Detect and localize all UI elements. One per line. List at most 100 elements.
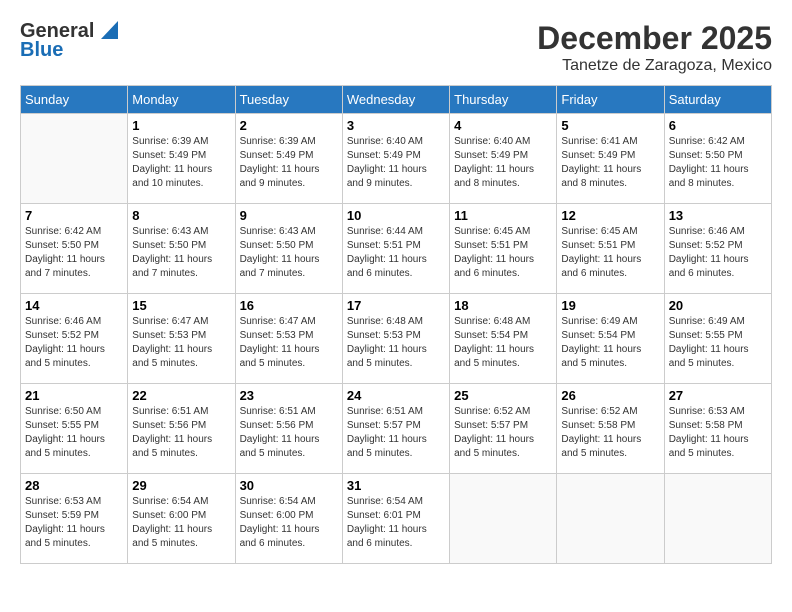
calendar-week-row: 21 Sunrise: 6:50 AM Sunset: 5:55 PM Dayli… (21, 384, 772, 474)
day-info: Sunrise: 6:46 AM Sunset: 5:52 PM Dayligh… (669, 225, 767, 281)
page-header: General Blue December 2025 Tanetze de Za… (20, 20, 772, 75)
day-number: 25 (454, 388, 552, 403)
day-number: 13 (669, 208, 767, 223)
calendar-week-row: 1Sunrise: 6:39 AM Sunset: 5:49 PM Daylig… (21, 114, 772, 204)
day-info: Sunrise: 6:43 AM Sunset: 5:50 PM Dayligh… (240, 225, 338, 281)
calendar-week-row: 7 Sunrise: 6:42 AM Sunset: 5:50 PM Daylig… (21, 204, 772, 294)
day-number: 11 (454, 208, 552, 223)
calendar-day-cell: 9 Sunrise: 6:43 AM Sunset: 5:50 PM Daylig… (235, 204, 342, 294)
calendar-day-cell: 22Sunrise: 6:51 AM Sunset: 5:56 PM Dayli… (128, 384, 235, 474)
location-title: Tanetze de Zaragoza, Mexico (537, 57, 772, 75)
day-info: Sunrise: 6:41 AM Sunset: 5:49 PM Dayligh… (561, 135, 659, 191)
calendar-day-cell: 17Sunrise: 6:48 AM Sunset: 5:53 PM Dayli… (342, 294, 449, 384)
month-title: December 2025 (537, 20, 772, 57)
day-info: Sunrise: 6:44 AM Sunset: 5:51 PM Dayligh… (347, 225, 445, 281)
day-number: 5 (561, 118, 659, 133)
day-info: Sunrise: 6:52 AM Sunset: 5:58 PM Dayligh… (561, 405, 659, 461)
day-number: 29 (132, 478, 230, 493)
calendar-day-cell: 28 Sunrise: 6:53 AM Sunset: 5:59 PM Dayli… (21, 474, 128, 564)
day-number: 24 (347, 388, 445, 403)
calendar-day-cell: 25 Sunrise: 6:52 AM Sunset: 5:57 PM Dayli… (450, 384, 557, 474)
day-number: 3 (347, 118, 445, 133)
calendar-day-cell: 18 Sunrise: 6:48 AM Sunset: 5:54 PM Dayli… (450, 294, 557, 384)
calendar-day-cell: 15Sunrise: 6:47 AM Sunset: 5:53 PM Dayli… (128, 294, 235, 384)
day-info: Sunrise: 6:51 AM Sunset: 5:56 PM Dayligh… (240, 405, 338, 461)
calendar-day-cell: 12Sunrise: 6:45 AM Sunset: 5:51 PM Dayli… (557, 204, 664, 294)
day-info: Sunrise: 6:40 AM Sunset: 5:49 PM Dayligh… (347, 135, 445, 191)
calendar-day-cell: 29 Sunrise: 6:54 AM Sunset: 6:00 PM Dayli… (128, 474, 235, 564)
day-info: Sunrise: 6:54 AM Sunset: 6:00 PM Dayligh… (132, 495, 230, 551)
calendar-day-cell: 19 Sunrise: 6:49 AM Sunset: 5:54 PM Dayli… (557, 294, 664, 384)
day-info: Sunrise: 6:39 AM Sunset: 5:49 PM Dayligh… (240, 135, 338, 191)
day-info: Sunrise: 6:49 AM Sunset: 5:54 PM Dayligh… (561, 315, 659, 371)
day-info: Sunrise: 6:40 AM Sunset: 5:49 PM Dayligh… (454, 135, 552, 191)
calendar-day-cell: 26 Sunrise: 6:52 AM Sunset: 5:58 PM Dayli… (557, 384, 664, 474)
day-info: Sunrise: 6:52 AM Sunset: 5:57 PM Dayligh… (454, 405, 552, 461)
day-number: 28 (25, 478, 123, 493)
day-info: Sunrise: 6:51 AM Sunset: 5:56 PM Dayligh… (132, 405, 230, 461)
calendar-day-cell: 6Sunrise: 6:42 AM Sunset: 5:50 PM Daylig… (664, 114, 771, 204)
day-number: 4 (454, 118, 552, 133)
logo-icon (96, 21, 118, 43)
day-info: Sunrise: 6:43 AM Sunset: 5:50 PM Dayligh… (132, 225, 230, 281)
day-number: 19 (561, 298, 659, 313)
calendar-day-header: Saturday (664, 86, 771, 114)
day-info: Sunrise: 6:42 AM Sunset: 5:50 PM Dayligh… (25, 225, 123, 281)
day-number: 21 (25, 388, 123, 403)
logo: General Blue (20, 20, 118, 62)
day-number: 27 (669, 388, 767, 403)
day-number: 23 (240, 388, 338, 403)
day-info: Sunrise: 6:49 AM Sunset: 5:55 PM Dayligh… (669, 315, 767, 371)
calendar-day-header: Thursday (450, 86, 557, 114)
logo-blue-text: Blue (20, 39, 63, 62)
day-info: Sunrise: 6:53 AM Sunset: 5:59 PM Dayligh… (25, 495, 123, 551)
calendar-day-cell: 2 Sunrise: 6:39 AM Sunset: 5:49 PM Daylig… (235, 114, 342, 204)
day-number: 12 (561, 208, 659, 223)
calendar-day-cell: 16 Sunrise: 6:47 AM Sunset: 5:53 PM Dayli… (235, 294, 342, 384)
calendar-day-cell: 11 Sunrise: 6:45 AM Sunset: 5:51 PM Dayli… (450, 204, 557, 294)
calendar-day-cell: 30 Sunrise: 6:54 AM Sunset: 6:00 PM Dayli… (235, 474, 342, 564)
day-info: Sunrise: 6:42 AM Sunset: 5:50 PM Dayligh… (669, 135, 767, 191)
day-number: 31 (347, 478, 445, 493)
day-info: Sunrise: 6:47 AM Sunset: 5:53 PM Dayligh… (240, 315, 338, 371)
calendar-day-cell: 5 Sunrise: 6:41 AM Sunset: 5:49 PM Daylig… (557, 114, 664, 204)
calendar-week-row: 28 Sunrise: 6:53 AM Sunset: 5:59 PM Dayli… (21, 474, 772, 564)
calendar-week-row: 14Sunrise: 6:46 AM Sunset: 5:52 PM Dayli… (21, 294, 772, 384)
calendar-day-cell: 20Sunrise: 6:49 AM Sunset: 5:55 PM Dayli… (664, 294, 771, 384)
calendar-day-header: Monday (128, 86, 235, 114)
day-number: 17 (347, 298, 445, 313)
day-number: 26 (561, 388, 659, 403)
calendar-day-cell (21, 114, 128, 204)
calendar-day-cell: 24 Sunrise: 6:51 AM Sunset: 5:57 PM Dayli… (342, 384, 449, 474)
day-info: Sunrise: 6:48 AM Sunset: 5:54 PM Dayligh… (454, 315, 552, 371)
day-info: Sunrise: 6:39 AM Sunset: 5:49 PM Dayligh… (132, 135, 230, 191)
day-info: Sunrise: 6:50 AM Sunset: 5:55 PM Dayligh… (25, 405, 123, 461)
calendar-day-cell: 21 Sunrise: 6:50 AM Sunset: 5:55 PM Dayli… (21, 384, 128, 474)
calendar-day-header: Wednesday (342, 86, 449, 114)
calendar-day-cell: 23 Sunrise: 6:51 AM Sunset: 5:56 PM Dayli… (235, 384, 342, 474)
calendar-day-header: Tuesday (235, 86, 342, 114)
calendar-day-cell: 8Sunrise: 6:43 AM Sunset: 5:50 PM Daylig… (128, 204, 235, 294)
calendar-day-cell: 31 Sunrise: 6:54 AM Sunset: 6:01 PM Dayli… (342, 474, 449, 564)
day-number: 18 (454, 298, 552, 313)
calendar-day-cell: 3 Sunrise: 6:40 AM Sunset: 5:49 PM Daylig… (342, 114, 449, 204)
day-number: 15 (132, 298, 230, 313)
day-info: Sunrise: 6:45 AM Sunset: 5:51 PM Dayligh… (454, 225, 552, 281)
day-number: 9 (240, 208, 338, 223)
day-number: 7 (25, 208, 123, 223)
day-number: 30 (240, 478, 338, 493)
day-number: 10 (347, 208, 445, 223)
calendar-day-cell: 14Sunrise: 6:46 AM Sunset: 5:52 PM Dayli… (21, 294, 128, 384)
calendar-day-cell: 7 Sunrise: 6:42 AM Sunset: 5:50 PM Daylig… (21, 204, 128, 294)
day-info: Sunrise: 6:51 AM Sunset: 5:57 PM Dayligh… (347, 405, 445, 461)
calendar-day-header: Friday (557, 86, 664, 114)
calendar-day-cell (450, 474, 557, 564)
day-info: Sunrise: 6:54 AM Sunset: 6:00 PM Dayligh… (240, 495, 338, 551)
calendar-day-cell: 4 Sunrise: 6:40 AM Sunset: 5:49 PM Daylig… (450, 114, 557, 204)
calendar-day-cell (664, 474, 771, 564)
day-number: 2 (240, 118, 338, 133)
day-number: 16 (240, 298, 338, 313)
day-info: Sunrise: 6:54 AM Sunset: 6:01 PM Dayligh… (347, 495, 445, 551)
calendar-day-cell: 10 Sunrise: 6:44 AM Sunset: 5:51 PM Dayli… (342, 204, 449, 294)
calendar-day-cell: 13 Sunrise: 6:46 AM Sunset: 5:52 PM Dayli… (664, 204, 771, 294)
